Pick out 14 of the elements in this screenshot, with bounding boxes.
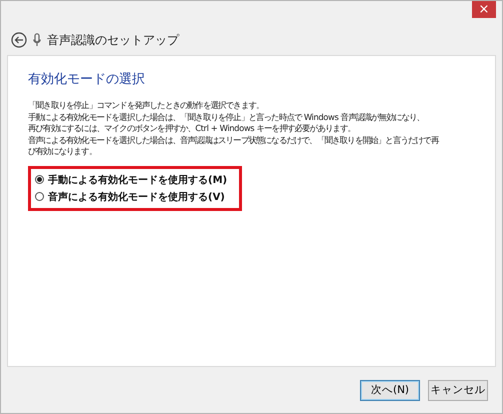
description-line: 手動による有効化モードを選択した場合は、「聞き取りを停止」と言った時点で Windows 音声認識が無効になり、: [28, 112, 424, 123]
description-line: 再び有効にするには、マイクのボタンを押すか、Ctrl + Windows キーを押す必要があります。: [28, 123, 356, 134]
microphone-icon: [33, 33, 41, 47]
page-heading: 有効化モードの選択: [28, 71, 146, 88]
description-line: 音声による有効化モードを選択した場合は、音声認識はスリープ状態になるだけで、「聞き取りを開始」と言うだけで再: [28, 134, 438, 146]
description-line: び有効になります。: [28, 146, 96, 158]
cancel-button[interactable]: キャンセル: [428, 380, 488, 400]
radio-button[interactable]: [35, 192, 44, 201]
radio-button[interactable]: [35, 175, 44, 184]
close-button[interactable]: ×: [472, 1, 496, 18]
window-title: 音声認識のセットアップ: [47, 32, 179, 48]
description-line: 「聞き取りを停止」コマンドを発声したときの動作を選択できます。: [28, 100, 264, 112]
back-icon[interactable]: [11, 32, 27, 48]
next-button[interactable]: 次へ(N): [360, 380, 420, 400]
